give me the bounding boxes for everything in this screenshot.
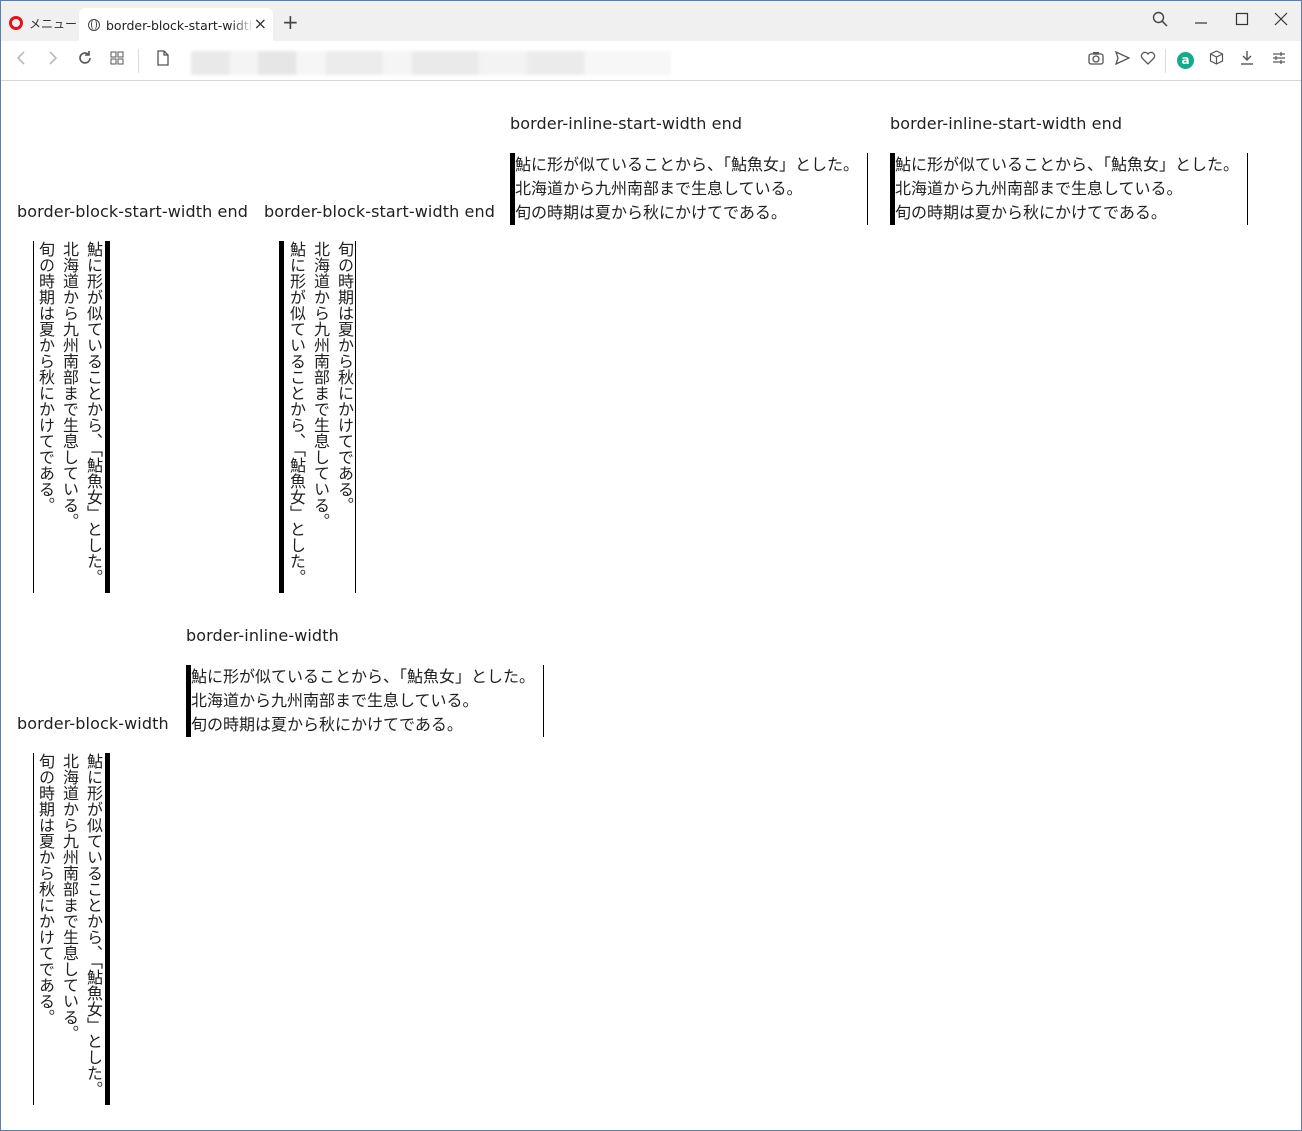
text-line: 鮎に形が似ていることから、「鮎魚女」とした。: [895, 155, 1240, 174]
tab-bar: メニュー border-block-start-widthプロパティ × +: [1, 1, 1301, 41]
camera-icon[interactable]: [1086, 50, 1106, 70]
maximize-button[interactable]: [1230, 11, 1254, 31]
tab-close-icon[interactable]: ×: [254, 16, 267, 32]
text-line: 鮎に形が似ていることから、「鮎魚女」とした。: [515, 155, 860, 174]
page-content: border-block-start-width end 鮎に形が似ていることか…: [1, 81, 1301, 1130]
globe-icon: [88, 18, 100, 31]
page-icon[interactable]: [153, 50, 173, 71]
new-tab-button[interactable]: +: [282, 12, 299, 32]
text-line: 旬の時期は夏から秋にかけてである。: [191, 715, 463, 734]
aria-icon[interactable]: a: [1177, 52, 1194, 69]
section-label: border-inline-width: [186, 626, 339, 645]
text-line: 北海道から九州南部まで生息している。: [515, 179, 803, 198]
text-line: 旬の時期は夏から秋にかけてである。: [36, 753, 55, 1025]
text-line: 旬の時期は夏から秋にかけてである。: [515, 203, 787, 222]
minimize-button[interactable]: [1189, 11, 1213, 31]
section-label: border-block-width: [17, 714, 169, 733]
search-tabs-icon[interactable]: [1148, 11, 1172, 32]
grid-icon[interactable]: [107, 50, 127, 70]
vertical-text-box: 鮎に形が似ていることから、「鮎魚女」とした。 北海道から九州南部まで生息している…: [33, 241, 110, 593]
text-line: 旬の時期は夏から秋にかけてである。: [895, 203, 1167, 222]
cube-icon[interactable]: [1206, 50, 1226, 70]
heart-icon[interactable]: [1138, 50, 1158, 70]
text-line: 北海道から九州南部まで生息している。: [311, 241, 330, 529]
download-icon[interactable]: [1237, 50, 1257, 70]
close-window-button[interactable]: [1269, 11, 1293, 31]
horizontal-text-box: 鮎に形が似ていることから、「鮎魚女」とした。 北海道から九州南部まで生息している…: [890, 153, 1248, 225]
section-label: border-block-start-width end: [264, 202, 495, 221]
section-label: border-block-start-width end: [17, 202, 248, 221]
horizontal-text-box: 鮎に形が似ていることから、「鮎魚女」とした。 北海道から九州南部まで生息している…: [186, 665, 544, 737]
send-icon[interactable]: [1112, 50, 1132, 70]
tab-active[interactable]: border-block-start-widthプロパティ ×: [79, 8, 273, 41]
text-line: 鮎に形が似ていることから、「鮎魚女」とした。: [84, 241, 103, 585]
text-line: 北海道から九州南部まで生息している。: [191, 691, 479, 710]
reload-icon[interactable]: [75, 50, 95, 71]
text-line: 鮎に形が似ていることから、「鮎魚女」とした。: [84, 753, 103, 1097]
vertical-text-box: 鮎に形が似ていることから、「鮎魚女」とした。 北海道から九州南部まで生息している…: [279, 241, 356, 593]
text-line: 鮎に形が似ていることから、「鮎魚女」とした。: [287, 241, 306, 585]
horizontal-text-box: 鮎に形が似ていることから、「鮎魚女」とした。 北海道から九州南部まで生息している…: [510, 153, 868, 225]
section-label: border-inline-start-width end: [890, 114, 1123, 133]
easy-setup-icon[interactable]: [1269, 50, 1289, 70]
text-line: 旬の時期は夏から秋にかけてである。: [335, 241, 354, 513]
toolbar-divider: [138, 49, 139, 73]
forward-icon[interactable]: [43, 50, 63, 71]
menu-label: メニュー: [29, 16, 78, 31]
opera-menu-button[interactable]: メニュー: [9, 12, 77, 34]
address-field[interactable]: [191, 51, 671, 75]
opera-logo-icon: [9, 16, 23, 30]
back-icon[interactable]: [11, 50, 31, 71]
text-line: 旬の時期は夏から秋にかけてである。: [36, 241, 55, 513]
address-bar-row: a: [1, 41, 1301, 81]
toolbar-divider-2: [1165, 49, 1166, 73]
text-line: 北海道から九州南部まで生息している。: [60, 753, 79, 1041]
text-line: 鮎に形が似ていることから、「鮎魚女」とした。: [191, 667, 536, 686]
vertical-text-box: 鮎に形が似ていることから、「鮎魚女」とした。 北海道から九州南部まで生息している…: [33, 753, 110, 1105]
text-line: 北海道から九州南部まで生息している。: [60, 241, 79, 529]
text-line: 北海道から九州南部まで生息している。: [895, 179, 1183, 198]
tab-title: border-block-start-widthプロパティ: [106, 18, 254, 33]
section-label: border-inline-start-width end: [510, 114, 743, 133]
